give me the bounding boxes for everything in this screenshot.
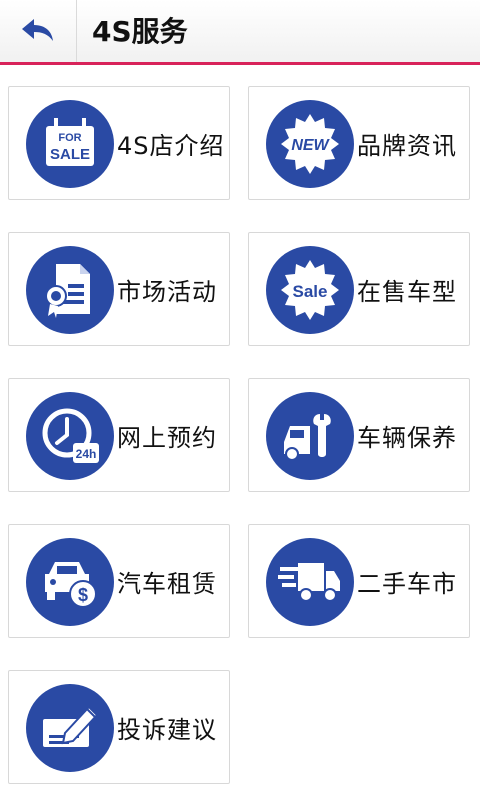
svg-text:24h: 24h [76,447,97,461]
tile-label: 网上预约 [117,423,217,452]
tile-label: 品牌资讯 [357,131,457,160]
tile-label: 在售车型 [357,277,457,306]
tile-label: 汽车租赁 [117,569,217,598]
car-dollar-icon: $ [26,538,114,626]
car-wrench-icon [266,392,354,480]
moving-truck-icon [266,538,354,626]
tile-market-activities[interactable]: 市场活动 [8,232,230,346]
tile-4s-store-intro[interactable]: FOR SALE 4S店介绍 [8,86,230,200]
tile-label: 投诉建议 [117,715,217,744]
back-button[interactable] [0,0,77,62]
tile-online-booking[interactable]: 24h 网上预约 [8,378,230,492]
tile-brand-news[interactable]: NEW 品牌资讯 [248,86,470,200]
pen-checkbook-icon [26,684,114,772]
svg-text:NEW: NEW [291,137,330,154]
tile-label: 二手车市 [357,569,457,598]
tile-label: 车辆保养 [357,423,457,452]
tile-complaints-suggestions[interactable]: 投诉建议 [8,670,230,784]
sale-badge-icon: Sale [266,246,354,334]
svg-text:FOR: FOR [58,132,81,144]
tile-used-car-market[interactable]: 二手车市 [248,524,470,638]
certificate-document-icon [26,246,114,334]
tile-car-rental[interactable]: $ 汽车租赁 [8,524,230,638]
for-sale-sign-icon: FOR SALE [26,100,114,188]
svg-text:SALE: SALE [50,146,90,163]
back-arrow-icon [22,19,53,41]
tile-models-on-sale[interactable]: Sale 在售车型 [248,232,470,346]
svg-text:Sale: Sale [293,282,328,301]
app-header: 4S服务 [0,0,480,65]
tile-vehicle-maintenance[interactable]: 车辆保养 [248,378,470,492]
tile-label: 4S店介绍 [117,131,225,160]
page-title: 4S服务 [92,15,188,48]
tile-label: 市场活动 [117,277,217,306]
new-badge-icon: NEW [266,100,354,188]
clock-24h-icon: 24h [26,392,114,480]
svg-text:$: $ [78,585,88,605]
